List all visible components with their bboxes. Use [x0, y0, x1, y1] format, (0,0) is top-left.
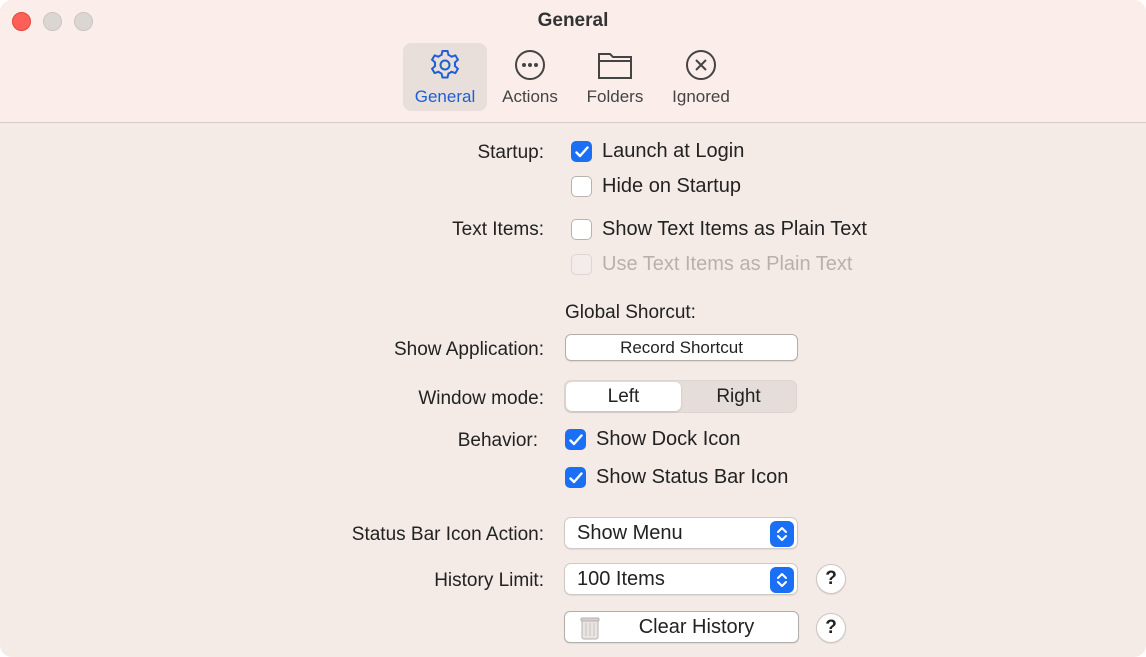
show-status-bar-icon-checkbox[interactable]: Show Status Bar Icon	[565, 466, 788, 489]
x-circle-icon	[684, 47, 718, 83]
text-items-label: Text Items:	[452, 219, 544, 240]
trash-icon	[579, 615, 601, 647]
status-bar-action-select[interactable]: Show Menu	[564, 517, 798, 549]
tab-label: General	[414, 87, 476, 106]
hide-on-startup-label: Hide on Startup	[602, 175, 741, 197]
window-title: General	[537, 10, 609, 31]
launch-at-login-checkbox[interactable]: Launch at Login	[571, 140, 744, 163]
checkbox-disabled	[571, 254, 592, 275]
gear-icon	[428, 47, 462, 83]
history-limit-label: History Limit:	[434, 570, 544, 591]
window-mode-label: Window mode:	[418, 388, 544, 409]
use-plain-text-label: Use Text Items as Plain Text	[602, 253, 853, 275]
checkbox-unchecked[interactable]	[571, 219, 592, 240]
clear-history-label: Clear History	[638, 615, 755, 638]
tab-ignored[interactable]: Ignored	[664, 43, 738, 111]
show-plain-text-checkbox[interactable]: Show Text Items as Plain Text	[571, 218, 867, 241]
history-limit-help-button[interactable]: ?	[816, 564, 846, 594]
record-shortcut-button[interactable]: Record Shortcut	[565, 334, 798, 361]
global-shortcut-heading: Global Shorcut:	[565, 302, 696, 323]
status-bar-action-value: Show Menu	[577, 522, 683, 544]
ellipsis-circle-icon	[513, 47, 547, 83]
window-mode-right[interactable]: Right	[681, 382, 796, 411]
checkbox-checked[interactable]	[565, 467, 586, 488]
use-plain-text-checkbox: Use Text Items as Plain Text	[571, 253, 852, 276]
show-dock-icon-checkbox[interactable]: Show Dock Icon	[565, 428, 741, 451]
show-status-bar-icon-label: Show Status Bar Icon	[596, 466, 789, 488]
show-plain-text-label: Show Text Items as Plain Text	[602, 218, 867, 240]
tab-label: Actions	[502, 87, 558, 106]
tab-label: Ignored	[672, 87, 730, 106]
checkbox-checked[interactable]	[565, 429, 586, 450]
folder-icon	[596, 47, 634, 83]
window-mode-segmented-control: Left Right	[564, 380, 797, 413]
clear-history-help-button[interactable]: ?	[816, 613, 846, 643]
history-limit-value: 100 Items	[577, 568, 665, 590]
behavior-label: Behavior:	[457, 430, 538, 451]
show-application-label: Show Application:	[394, 339, 544, 360]
preferences-window: General General Actions Folders Ignored …	[0, 0, 1146, 657]
history-limit-select[interactable]: 100 Items	[564, 563, 798, 595]
tab-actions[interactable]: Actions	[493, 43, 567, 111]
window-mode-left[interactable]: Left	[566, 382, 681, 411]
tab-folders[interactable]: Folders	[578, 43, 652, 111]
titlebar: General General Actions Folders Ignored	[0, 0, 1146, 123]
checkbox-checked[interactable]	[571, 141, 592, 162]
chevron-up-down-icon	[770, 567, 794, 593]
launch-at-login-label: Launch at Login	[602, 140, 745, 162]
clear-history-button[interactable]: Clear History	[564, 611, 799, 643]
checkbox-unchecked[interactable]	[571, 176, 592, 197]
chevron-up-down-icon	[770, 521, 794, 547]
tab-general[interactable]: General	[403, 43, 487, 111]
startup-label: Startup:	[477, 142, 544, 163]
hide-on-startup-checkbox[interactable]: Hide on Startup	[571, 175, 741, 198]
status-bar-action-label: Status Bar Icon Action:	[351, 524, 544, 545]
show-dock-icon-label: Show Dock Icon	[596, 428, 741, 450]
tab-label: Folders	[586, 87, 644, 106]
